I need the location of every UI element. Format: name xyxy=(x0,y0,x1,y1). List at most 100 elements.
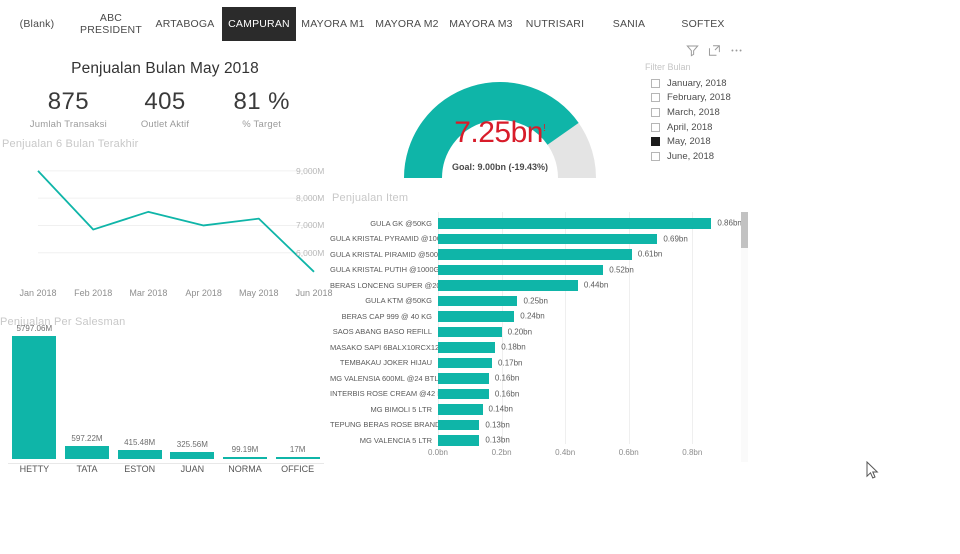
item-bar[interactable] xyxy=(438,280,578,291)
item-bar-row[interactable]: GULA KRISTAL PUTIH @1000GR 0.52bn xyxy=(330,264,760,275)
salesman-bar[interactable] xyxy=(117,450,162,459)
checkbox-checked-icon[interactable] xyxy=(651,137,660,147)
brand-tab-campuran[interactable]: CAMPURAN xyxy=(222,7,296,41)
item-bar[interactable] xyxy=(438,419,480,430)
filter-icon[interactable] xyxy=(686,44,699,57)
line-x-tick-label: Jan 2018 xyxy=(19,288,57,298)
item-bar[interactable] xyxy=(438,342,496,353)
salesman-bar-group[interactable]: 597.22M TATA xyxy=(65,336,109,474)
brand-tab-artaboga[interactable]: ARTABOGA xyxy=(148,6,222,42)
salesman-bar-group[interactable]: 17M OFFICE xyxy=(275,336,320,474)
item-bar[interactable] xyxy=(438,373,489,384)
item-bar[interactable] xyxy=(438,264,604,275)
item-bar[interactable] xyxy=(438,218,712,229)
brand-tab-nutrisari[interactable]: NUTRISARI xyxy=(518,6,592,42)
salesman-axis-line xyxy=(8,463,324,464)
brand-tab-blank[interactable]: (Blank) xyxy=(0,6,74,42)
item-bar-value: 0.44bn xyxy=(583,280,609,290)
item-bar-row[interactable]: MASAKO SAPI 6BALX10RCX12... 0.18bn xyxy=(330,342,760,353)
item-bar-value: 0.14bn xyxy=(488,404,513,414)
brand-tab-abc-president[interactable]: ABC PRESIDENT xyxy=(74,6,148,42)
more-options-icon[interactable] xyxy=(730,44,743,57)
checkbox-icon[interactable] xyxy=(651,78,660,88)
item-bar-row[interactable]: GULA GK @50KG 0.86bn xyxy=(330,218,760,229)
month-filter-option-label: June, 2018 xyxy=(667,150,715,162)
item-bar-track: 0.86bn xyxy=(438,218,760,229)
month-filter-option[interactable]: January, 2018 xyxy=(651,76,755,91)
item-bar-track: 0.16bn xyxy=(438,388,760,399)
item-bar-row[interactable]: MG VALENSIA 600ML @24 BTL 0.16bn xyxy=(330,373,760,384)
item-bar-value: 0.17bn xyxy=(498,358,523,368)
item-chart-title: Penjualan Item xyxy=(332,192,409,204)
item-bar-row[interactable]: TEMBAKAU JOKER HIJAU 0.17bn xyxy=(330,357,760,368)
brand-tab-softex[interactable]: SOFTEX xyxy=(666,6,740,42)
item-chart-scrollbar[interactable] xyxy=(741,212,748,462)
item-bar-row[interactable]: BERAS LONCENG SUPER @20... 0.44bn xyxy=(330,280,760,291)
salesman-bar[interactable] xyxy=(65,446,109,459)
item-x-tick-label: 0.4bn xyxy=(555,448,576,457)
brand-tab-mayora-m3[interactable]: MAYORA M3 xyxy=(444,6,518,42)
item-x-tick-label: 0.6bn xyxy=(618,448,639,457)
item-bar-row[interactable]: MG VALENCIA 5 LTR 0.13bn xyxy=(330,435,760,446)
item-bar-row[interactable]: BERAS CAP 999 @ 40 KG 0.24bn xyxy=(330,311,760,322)
item-bar-row[interactable]: GULA KTM @50KG 0.25bn xyxy=(330,295,760,306)
item-bar-track: 0.13bn xyxy=(438,419,760,430)
item-chart-scroll-thumb[interactable] xyxy=(741,212,748,248)
salesman-bar-value: 597.22M xyxy=(71,434,103,444)
item-bar-value: 0.24bn xyxy=(520,311,545,321)
line-x-tick-label: Feb 2018 xyxy=(74,288,113,298)
checkbox-icon[interactable] xyxy=(651,93,660,103)
month-filter-options: January, 2018 February, 2018 March, 2018 Ap… xyxy=(651,76,755,164)
salesman-bar-group[interactable]: 5797.06M HETTY xyxy=(12,324,57,474)
item-bar[interactable] xyxy=(438,357,493,368)
item-bar-label: TEPUNG BERAS ROSE BRAND xyxy=(330,420,438,430)
item-x-tick-label: 0.2bn xyxy=(491,448,512,457)
salesman-bar[interactable] xyxy=(12,336,57,459)
item-bar[interactable] xyxy=(438,326,502,337)
salesman-bar-value: 325.56M xyxy=(176,440,208,450)
salesman-bar-group[interactable]: 99.19M NORMA xyxy=(223,336,267,474)
item-bar-row[interactable]: GULA KRISTAL PIRAMID @500GR 0.61bn xyxy=(330,249,760,260)
line-x-tick-label: Mar 2018 xyxy=(129,288,168,298)
item-bar[interactable] xyxy=(438,388,489,399)
gauge-value: 7.25bn! xyxy=(355,116,645,150)
line-x-tick-label: May 2018 xyxy=(239,288,279,298)
brand-tab-mayora-m2[interactable]: MAYORA M2 xyxy=(370,6,444,42)
item-bar[interactable] xyxy=(438,233,658,244)
item-bar[interactable] xyxy=(438,249,632,260)
month-filter-option[interactable]: February, 2018 xyxy=(651,91,755,106)
item-bar-value: 0.13bn xyxy=(485,420,510,430)
item-bar-row[interactable]: GULA KRISTAL PYRAMID @100... 0.69bn xyxy=(330,233,760,244)
item-bar-track: 0.17bn xyxy=(438,357,760,368)
item-bar[interactable] xyxy=(438,311,515,322)
checkbox-icon[interactable] xyxy=(651,107,660,117)
item-bar-row[interactable]: MG BIMOLI 5 LTR 0.14bn xyxy=(330,404,760,415)
salesman-bar-value: 415.48M xyxy=(124,438,156,448)
checkbox-icon[interactable] xyxy=(651,151,660,161)
item-bar-value: 0.52bn xyxy=(609,265,634,275)
item-bar-row[interactable]: TEPUNG BERAS ROSE BRAND 0.13bn xyxy=(330,419,760,430)
month-filter-option[interactable]: April, 2018 xyxy=(651,120,755,135)
salesman-bar[interactable] xyxy=(170,452,215,459)
month-filter-option[interactable]: June, 2018 xyxy=(651,149,755,164)
checkbox-icon[interactable] xyxy=(651,122,660,132)
salesman-bar-label: NORMA xyxy=(228,464,262,474)
month-filter-option[interactable]: March, 2018 xyxy=(651,105,755,120)
item-bar[interactable] xyxy=(438,404,483,415)
kpi-label: Outlet Aktif xyxy=(140,119,190,130)
gauge-value-text: 7.25bn xyxy=(454,116,543,149)
item-bar-row[interactable]: SAOS ABANG BASO REFILL 0.20bn xyxy=(330,326,760,337)
item-bar-row[interactable]: INTERBIS ROSE CREAM @42 P... 0.16bn xyxy=(330,388,760,399)
item-bar[interactable] xyxy=(438,435,480,446)
salesman-bar[interactable] xyxy=(223,456,267,459)
month-filter-option[interactable]: May, 2018 xyxy=(651,134,755,149)
brand-tab-mayora-m1[interactable]: MAYORA M1 xyxy=(296,6,370,42)
item-bar-value: 0.61bn xyxy=(637,249,663,259)
brand-tab-sania[interactable]: SANIA xyxy=(592,6,666,42)
item-bar[interactable] xyxy=(438,295,518,306)
item-bar-label: BERAS CAP 999 @ 40 KG xyxy=(341,311,432,321)
salesman-bar-group[interactable]: 415.48M ESTON xyxy=(117,336,162,474)
salesman-bar-group[interactable]: 325.56M JUAN xyxy=(170,336,215,474)
focus-mode-icon[interactable] xyxy=(708,44,721,57)
salesman-bar[interactable] xyxy=(275,457,320,459)
